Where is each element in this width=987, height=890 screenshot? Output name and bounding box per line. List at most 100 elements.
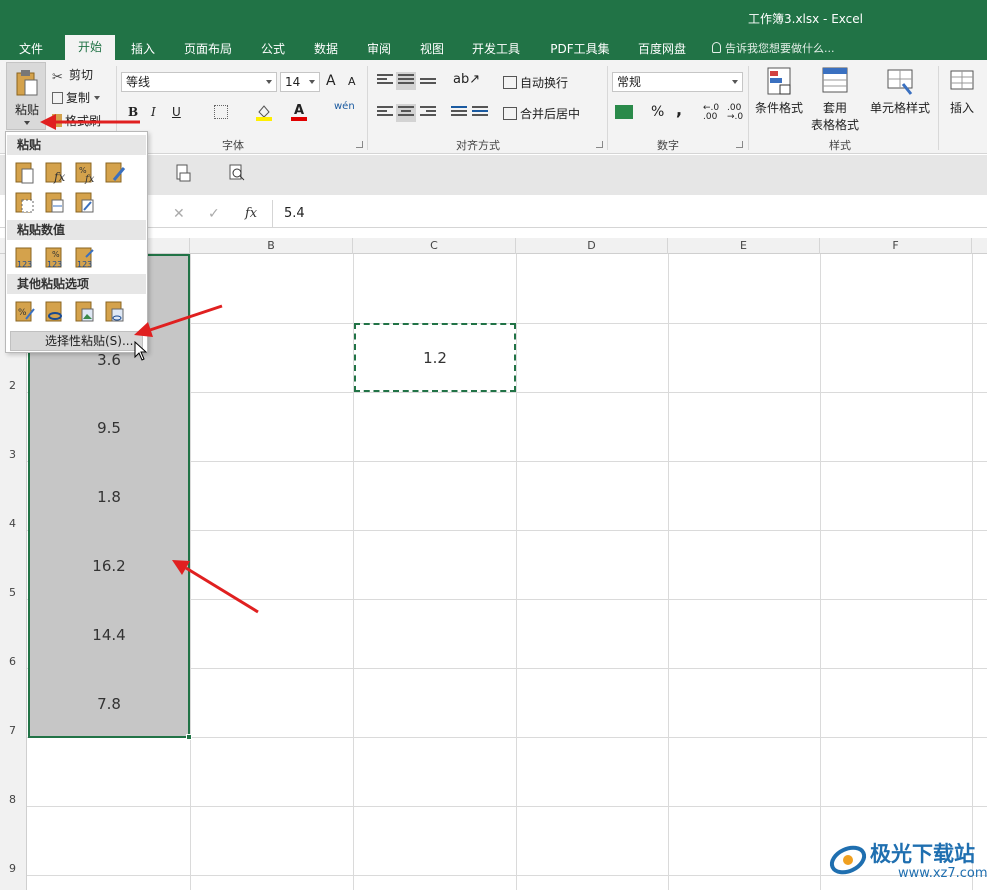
find-icon[interactable]	[228, 164, 246, 182]
tab-insert[interactable]: 插入	[122, 38, 164, 60]
paste-formulas-icon[interactable]: fx	[44, 160, 66, 184]
tab-formulas[interactable]: 公式	[252, 38, 294, 60]
align-center-icon[interactable]	[396, 104, 416, 122]
svg-text:fx: fx	[53, 170, 65, 184]
decrease-indent-icon[interactable]	[451, 106, 467, 120]
transpose-icon[interactable]	[74, 190, 96, 214]
grow-font-button[interactable]: A	[326, 73, 336, 89]
cell-a5[interactable]: 16.2	[28, 557, 190, 575]
cell-a2[interactable]: 3.6	[28, 351, 190, 369]
row-header[interactable]: 7	[0, 724, 27, 737]
phonetic-button[interactable]: wén	[334, 101, 355, 112]
keep-source-formatting-icon[interactable]	[104, 160, 126, 184]
tab-pdf-tools[interactable]: PDF工具集	[540, 38, 620, 60]
align-bottom-icon[interactable]	[420, 78, 436, 92]
paste-picture-icon[interactable]	[74, 299, 96, 323]
column-header-e[interactable]: E	[668, 238, 820, 254]
formula-input[interactable]: 5.4	[284, 206, 305, 221]
accounting-format-icon[interactable]	[615, 105, 633, 119]
group-divider	[748, 66, 749, 150]
paste-icon[interactable]	[14, 160, 36, 184]
align-top-icon[interactable]	[377, 74, 393, 88]
format-painter-label: 格式刷	[65, 114, 102, 128]
no-borders-icon[interactable]	[14, 190, 36, 214]
paste-button[interactable]: 粘贴	[6, 62, 46, 130]
cell-a3[interactable]: 9.5	[28, 419, 190, 437]
format-as-table-button[interactable]: 套用 表格格式	[807, 66, 863, 132]
copied-cell-c2[interactable]: 1.2	[354, 323, 516, 392]
row-header[interactable]: 3	[0, 448, 27, 461]
conditional-formatting-button[interactable]: 条件格式	[754, 66, 804, 132]
linked-picture-icon[interactable]	[104, 299, 126, 323]
enter-icon[interactable]: ✓	[208, 206, 220, 222]
format-painter-button[interactable]: 格式刷	[52, 112, 101, 129]
row-header[interactable]: 2	[0, 379, 27, 392]
copy-dropdown-arrow[interactable]	[94, 96, 101, 100]
column-header-d[interactable]: D	[516, 238, 668, 254]
cell-styles-button[interactable]: 单元格样式	[868, 66, 932, 132]
row-header[interactable]: 9	[0, 862, 27, 875]
paste-link-icon[interactable]	[44, 299, 66, 323]
tab-review[interactable]: 审阅	[358, 38, 400, 60]
copy-button[interactable]: 复制	[52, 89, 101, 106]
tab-home[interactable]: 开始	[65, 35, 115, 60]
tab-view[interactable]: 视图	[411, 38, 453, 60]
italic-button[interactable]: I	[151, 105, 156, 119]
column-header-c[interactable]: C	[353, 238, 516, 254]
insert-cells-button[interactable]: 插入	[944, 66, 980, 132]
cell-a7[interactable]: 7.8	[28, 695, 190, 713]
number-dialog-launcher[interactable]	[736, 141, 743, 148]
font-color-button[interactable]: A	[291, 103, 307, 121]
tell-me-search[interactable]: 告诉我您想要做什么...	[712, 38, 835, 60]
keep-column-widths-icon[interactable]	[44, 190, 66, 214]
merge-center-button[interactable]: 合并后居中	[503, 105, 580, 122]
paste-formulas-number-format-icon[interactable]: %fx	[74, 160, 96, 184]
font-dialog-launcher[interactable]	[356, 141, 363, 148]
cancel-icon[interactable]: ✕	[173, 206, 185, 222]
percent-button[interactable]: %	[651, 104, 664, 120]
paste-options-menu: 粘贴 fx % fx 粘贴数值 123 % 123 123 其他粘贴选项 % 选择性…	[5, 131, 148, 353]
align-left-icon[interactable]	[377, 106, 393, 120]
fill-handle[interactable]	[186, 734, 192, 740]
fill-color-button[interactable]	[255, 103, 273, 121]
alignment-dialog-launcher[interactable]	[596, 141, 603, 148]
orientation-icon[interactable]: ab↗	[453, 72, 480, 87]
row-header[interactable]: 6	[0, 655, 27, 668]
column-header-b[interactable]: B	[190, 238, 353, 254]
paste-special-menu-item[interactable]: 选择性粘贴(S)...	[10, 331, 143, 351]
paste-formatting-icon[interactable]: %	[14, 299, 36, 323]
row-header[interactable]: 4	[0, 517, 27, 530]
comma-button[interactable]: ,	[676, 100, 682, 119]
font-name-select[interactable]: 等线	[121, 72, 277, 92]
insert-function-icon[interactable]: fx	[245, 206, 257, 221]
column-headers: B C D E F	[0, 238, 987, 254]
row-header[interactable]: 8	[0, 793, 27, 806]
font-size-select[interactable]: 14	[280, 72, 320, 92]
shrink-font-button[interactable]: A	[348, 75, 356, 88]
number-format-select[interactable]: 常规	[612, 72, 743, 92]
increase-decimal-icon[interactable]: ←.0.00	[703, 104, 719, 122]
row-header[interactable]: 5	[0, 586, 27, 599]
cell-a6[interactable]: 14.4	[28, 626, 190, 644]
print-preview-icon[interactable]	[174, 164, 192, 182]
align-right-icon[interactable]	[420, 106, 436, 120]
wrap-text-button[interactable]: 自动换行	[503, 74, 568, 91]
bold-button[interactable]: B	[128, 105, 138, 119]
tab-page-layout[interactable]: 页面布局	[176, 38, 240, 60]
cut-button[interactable]: ✂ 剪切	[52, 66, 93, 85]
tab-data[interactable]: 数据	[305, 38, 347, 60]
svg-text:123: 123	[77, 260, 92, 269]
paste-values-icon[interactable]: 123	[14, 245, 36, 269]
paste-values-number-format-icon[interactable]: %123	[44, 245, 66, 269]
paste-values-source-format-icon[interactable]: 123	[74, 245, 96, 269]
tab-developer[interactable]: 开发工具	[464, 38, 528, 60]
cell-a4[interactable]: 1.8	[28, 488, 190, 506]
decrease-decimal-icon[interactable]: .00 →.0	[727, 104, 743, 122]
column-header-f[interactable]: F	[820, 238, 972, 254]
tab-file[interactable]: 文件	[10, 38, 52, 60]
align-middle-icon[interactable]	[396, 72, 416, 90]
increase-indent-icon[interactable]	[472, 106, 488, 120]
border-button[interactable]	[214, 105, 228, 119]
tab-baidu-netdisk[interactable]: 百度网盘	[630, 38, 694, 60]
underline-button[interactable]: U	[172, 105, 181, 119]
